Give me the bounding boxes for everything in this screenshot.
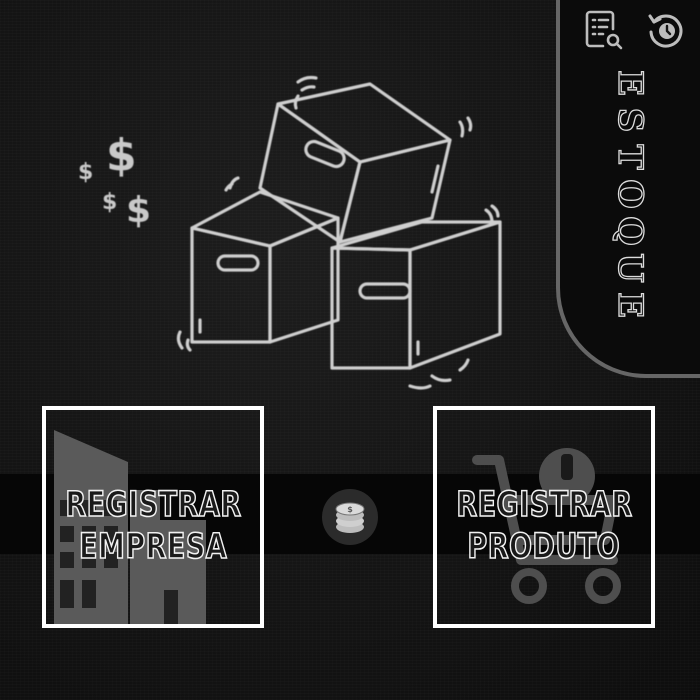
dollar-sign: $ (126, 190, 152, 231)
dollar-sign: $ (102, 190, 118, 215)
history-icon[interactable] (644, 8, 688, 52)
register-company-line2: EMPRESA (78, 526, 228, 568)
svg-text:$: $ (347, 505, 353, 514)
title-letter: E (609, 291, 650, 318)
coins-icon[interactable]: $ (322, 489, 378, 545)
title-letter: U (609, 253, 650, 284)
register-company-button[interactable]: REGISTRAR EMPRESA (42, 406, 264, 628)
title-letter: E (609, 69, 650, 96)
title-letter: S (609, 107, 650, 133)
register-product-button[interactable]: REGISTRAR PRODUTO (433, 406, 655, 628)
register-product-label: REGISTRAR PRODUTO (437, 484, 651, 568)
register-product-line2: PRODUTO (467, 526, 621, 568)
boxes-illustration-icon (176, 75, 502, 390)
vertical-title-estoque: E S T O Q U E (600, 66, 660, 322)
register-company-label: REGISTRAR EMPRESA (46, 484, 260, 568)
dollar-sign: $ (106, 130, 137, 181)
dollar-sign: $ (78, 160, 94, 185)
title-letter: Q (609, 216, 650, 247)
document-search-icon[interactable] (582, 8, 626, 52)
title-letter: T (609, 144, 650, 171)
title-letter: O (609, 179, 650, 210)
register-product-line1: REGISTRAR (455, 484, 633, 526)
currency-symbols: $ $ $ $ (70, 130, 160, 240)
register-company-line1: REGISTRAR (64, 484, 242, 526)
